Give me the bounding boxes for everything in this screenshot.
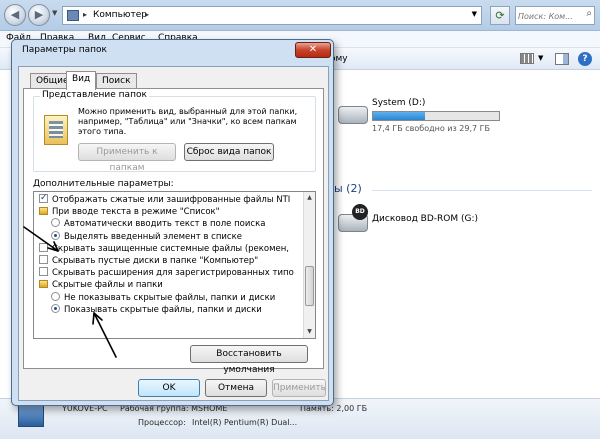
breadcrumb-arrow-icon[interactable]: ▸ bbox=[145, 10, 149, 19]
checkbox[interactable] bbox=[39, 255, 48, 264]
forward-button[interactable]: ▶ bbox=[28, 4, 50, 26]
refresh-button[interactable]: ⟳ bbox=[490, 6, 510, 25]
drive-bd-name[interactable]: Дисковод BD-ROM (G:) bbox=[372, 214, 478, 224]
folder-icon bbox=[39, 280, 48, 289]
history-dropdown-icon[interactable]: ▼ bbox=[52, 9, 57, 17]
processor-value: Intel(R) Pentium(R) Dual... bbox=[192, 418, 298, 427]
drive-system-usage-bar bbox=[372, 111, 500, 121]
folder-view-label: Представление папок bbox=[40, 90, 149, 100]
setting-label[interactable]: Скрывать защищенные системные файлы (рек… bbox=[52, 244, 289, 254]
setting-label: При вводе текста в режиме "Список" bbox=[52, 207, 220, 218]
back-button[interactable]: ◀ bbox=[4, 4, 26, 26]
dialog-title: Параметры папок bbox=[22, 45, 107, 55]
close-button[interactable]: ✕ bbox=[295, 42, 331, 58]
cancel-button[interactable]: Отмена bbox=[205, 379, 267, 397]
folder-options-dialog: Параметры папок ✕ Общие Вид Поиск Предст… bbox=[11, 39, 334, 406]
setting-row-9[interactable]: Показывать скрытые файлы, папки и диски bbox=[51, 303, 262, 317]
drive-system-name[interactable]: System (D:) bbox=[372, 98, 425, 108]
setting-row-6[interactable]: Скрывать расширения для зарегистрированн… bbox=[39, 267, 294, 280]
help-icon[interactable]: ? bbox=[578, 52, 592, 66]
advanced-settings-list[interactable]: Показывать скрытые файлы, папки и диски Н… bbox=[33, 191, 316, 339]
setting-label[interactable]: Выделять введенный элемент в списке bbox=[64, 232, 242, 242]
radio-button[interactable] bbox=[51, 291, 60, 301]
breadcrumb-arrow-icon[interactable]: ▸ bbox=[83, 10, 87, 19]
folder-icon bbox=[39, 207, 48, 216]
setting-row-3[interactable]: Выделять введенный элемент в списке bbox=[51, 230, 242, 244]
setting-row-5[interactable]: Скрывать пустые диски в папке "Компьютер… bbox=[39, 255, 258, 268]
radio-button[interactable] bbox=[51, 230, 60, 240]
search-icon[interactable]: ⌕ bbox=[586, 8, 592, 19]
address-bar[interactable]: ▸ Компьютер ▸ ▼ bbox=[62, 6, 482, 25]
folder-view-group: Представление папок Можно применить вид,… bbox=[33, 90, 316, 173]
setting-label: Скрытые файлы и папки bbox=[52, 280, 163, 291]
search-box[interactable]: ⌕ bbox=[515, 6, 595, 25]
setting-label[interactable]: Отображать сжатые или зашифрованные файл… bbox=[52, 195, 290, 205]
checkbox[interactable] bbox=[39, 242, 48, 252]
scroll-thumb[interactable] bbox=[305, 266, 314, 306]
setting-row-1: При вводе текста в режиме "Список" bbox=[39, 206, 220, 219]
setting-row-7: Скрытые файлы и папки bbox=[39, 279, 163, 292]
setting-row-0[interactable]: Отображать сжатые или зашифрованные файл… bbox=[39, 192, 290, 207]
apply-button[interactable]: Применить bbox=[272, 379, 326, 397]
apply-to-folders-button[interactable]: Применить к папкам bbox=[78, 143, 176, 173]
setting-label[interactable]: Показывать скрытые файлы, папки и диски bbox=[64, 305, 262, 315]
setting-label[interactable]: Автоматически вводить текст в поле поиск… bbox=[64, 219, 265, 229]
removable-group-header[interactable]: ы (2) bbox=[334, 182, 362, 195]
advanced-settings-label: Дополнительные параметры: bbox=[33, 179, 174, 189]
setting-label[interactable]: Не показывать скрытые файлы, папки и дис… bbox=[64, 293, 275, 303]
processor-label: Процессор: bbox=[138, 418, 186, 427]
checkbox[interactable] bbox=[39, 267, 48, 277]
ok-button[interactable]: OK bbox=[138, 379, 200, 397]
reset-folders-button[interactable]: Сброс вида папок bbox=[184, 143, 274, 161]
tab-search[interactable]: Поиск bbox=[96, 73, 137, 89]
explorer-title-bar: ◀ ▶ ▼ ▸ Компьютер ▸ ▼ ⟳ ⌕ bbox=[0, 0, 600, 31]
view-options-icon[interactable] bbox=[520, 53, 534, 64]
setting-row-8[interactable]: Не показывать скрытые файлы, папки и дис… bbox=[51, 291, 275, 305]
view-tab-page: Представление папок Можно применить вид,… bbox=[23, 88, 324, 375]
tab-view[interactable]: Вид bbox=[66, 71, 97, 90]
radio-button[interactable] bbox=[51, 303, 60, 313]
bd-badge-icon: BD bbox=[352, 204, 368, 220]
hard-drive-icon[interactable] bbox=[338, 106, 368, 124]
drive-system-free-space: 17,4 ГБ свободно из 29,7 ГБ bbox=[372, 124, 491, 133]
setting-row-2[interactable]: Автоматически вводить текст в поле поиск… bbox=[51, 218, 265, 231]
setting-row-4[interactable]: Скрывать защищенные системные файлы (рек… bbox=[39, 242, 289, 256]
address-dropdown-icon[interactable]: ▼ bbox=[472, 10, 477, 18]
computer-icon bbox=[67, 10, 79, 21]
restore-defaults-button[interactable]: Восстановить умолчания bbox=[190, 345, 308, 375]
scroll-up-icon[interactable]: ▲ bbox=[304, 192, 315, 204]
radio-button[interactable] bbox=[51, 218, 60, 228]
drive-usage-fill bbox=[373, 112, 425, 120]
view-dropdown-icon[interactable]: ▼ bbox=[538, 54, 543, 62]
breadcrumb-computer[interactable]: Компьютер bbox=[93, 10, 147, 20]
setting-label[interactable]: Скрывать расширения для зарегистрированн… bbox=[52, 268, 294, 278]
folder-view-description: Можно применить вид, выбранный для этой … bbox=[78, 107, 298, 136]
computer-large-icon bbox=[18, 405, 44, 427]
scroll-down-icon[interactable]: ▼ bbox=[304, 326, 315, 338]
preview-pane-icon[interactable] bbox=[555, 53, 569, 65]
list-scrollbar[interactable]: ▲ ▼ bbox=[303, 192, 315, 338]
group-divider bbox=[372, 190, 592, 191]
folder-view-icon bbox=[44, 115, 68, 145]
search-input[interactable] bbox=[518, 9, 580, 23]
checkbox[interactable] bbox=[39, 192, 48, 204]
setting-label[interactable]: Скрывать пустые диски в папке "Компьютер… bbox=[52, 256, 258, 266]
